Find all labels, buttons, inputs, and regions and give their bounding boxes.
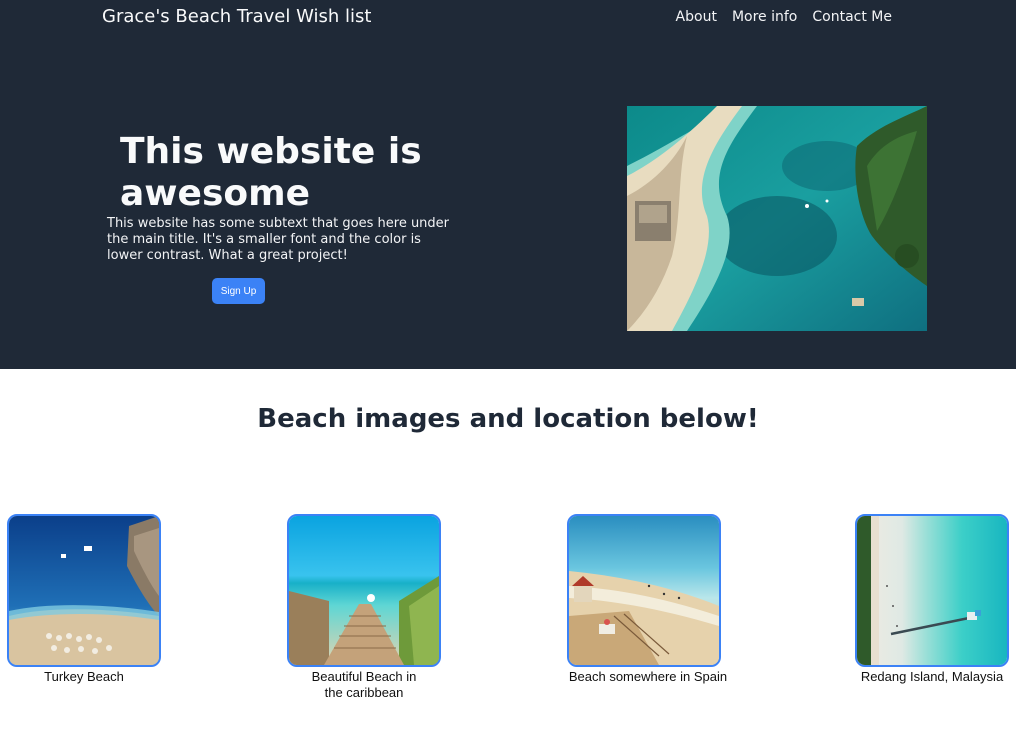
card-caption-caribbean: Beautiful Beach in the caribbean	[311, 669, 417, 700]
card-caption-redang-island: Redang Island, Malaysia	[860, 669, 1004, 684]
hero-aerial-beach-photo	[627, 106, 927, 331]
nav-link-more-info[interactable]: More info	[732, 9, 797, 25]
card-caption-spain: Beach somewhere in Spain	[568, 669, 728, 684]
nav-link-contact[interactable]: Contact Me	[812, 9, 892, 25]
spain-beach-photo[interactable]	[567, 514, 721, 667]
caribbean-beach-photo[interactable]	[287, 514, 441, 667]
hero-subtext: This website has some subtext that goes …	[107, 216, 450, 263]
nav-link-about[interactable]: About	[676, 9, 717, 25]
site-brand[interactable]: Grace's Beach Travel Wish list	[102, 6, 371, 27]
redang-island-photo[interactable]	[855, 514, 1009, 667]
gallery-card[interactable]	[567, 514, 721, 667]
gallery-card[interactable]	[855, 514, 1009, 667]
turkey-beach-photo[interactable]	[7, 514, 161, 667]
hero-section: Grace's Beach Travel Wish list About Mor…	[0, 0, 1016, 369]
sign-up-button[interactable]: Sign Up	[212, 278, 265, 304]
gallery-card[interactable]	[7, 514, 161, 667]
gallery-heading: Beach images and location below!	[257, 404, 759, 434]
gallery-card[interactable]	[287, 514, 441, 667]
hero-title: This website is awesome	[120, 131, 422, 214]
top-nav: About More info Contact Me	[676, 9, 892, 25]
card-caption-turkey-beach: Turkey Beach	[44, 669, 124, 684]
